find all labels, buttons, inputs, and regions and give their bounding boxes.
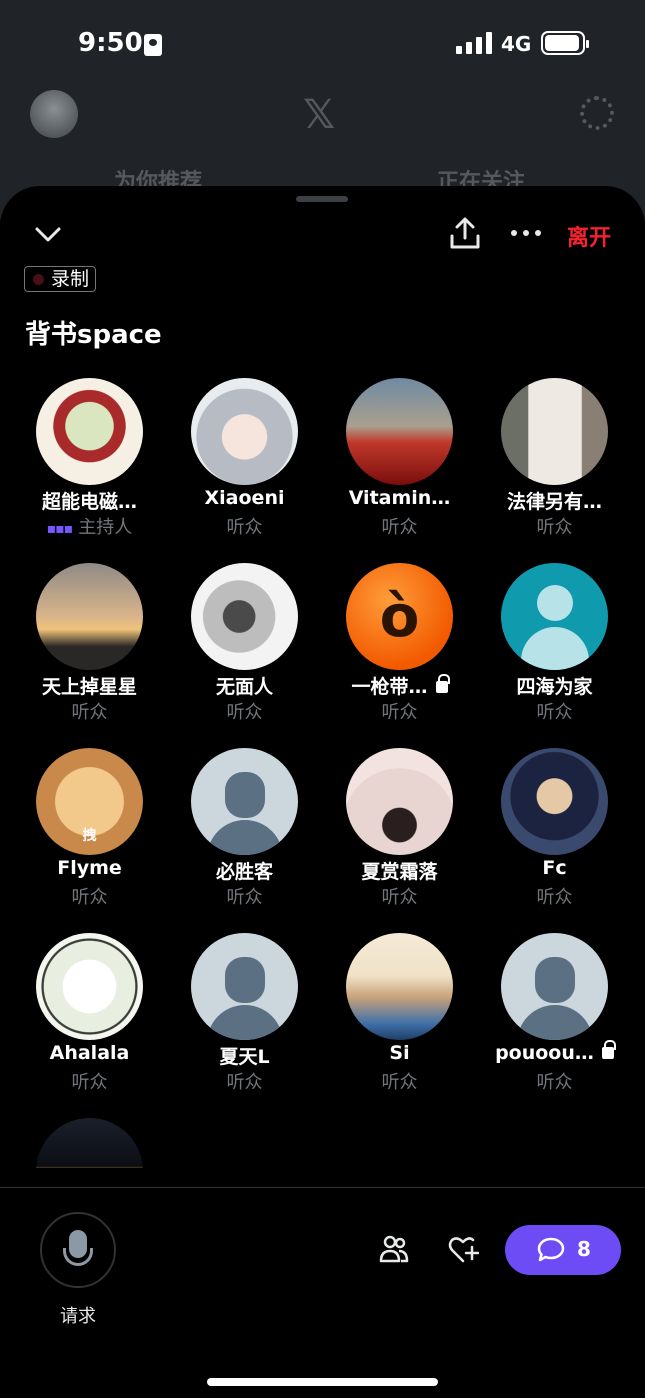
participant-card[interactable]: 四海为家 听众 <box>477 563 632 748</box>
participant-role: 听众 <box>226 517 263 538</box>
avatar <box>191 563 298 670</box>
share-icon[interactable] <box>449 216 481 250</box>
gear-icon[interactable] <box>580 96 614 130</box>
chat-count: 8 <box>577 1237 591 1261</box>
participant-name: pouoou… <box>477 1040 632 1064</box>
participant-role: 听众 <box>71 887 108 908</box>
home-indicator <box>207 1378 438 1386</box>
chat-bubble-icon <box>537 1237 565 1262</box>
recording-label: 录制 <box>51 268 90 290</box>
participant-role: 听众 <box>381 702 418 723</box>
participant-name: 必胜客 <box>215 861 273 883</box>
participant-role: 听众 <box>71 702 108 723</box>
participant-grid: 超能电磁… ▪▪▪ 主持人 Xiaoeni 听众 Vitamin… 听众 法律另有… <box>12 378 632 1168</box>
participant-card[interactable]: Fc 听众 <box>477 748 632 933</box>
default-avatar <box>501 933 608 1040</box>
chevron-down-icon[interactable] <box>34 220 62 248</box>
chat-button[interactable]: 8 <box>505 1225 621 1275</box>
participant-card[interactable]: 夏天L 听众 <box>167 933 322 1118</box>
network-type: 4G <box>501 32 532 56</box>
participant-role: 听众 <box>536 517 573 538</box>
participant-card[interactable]: ò︵ó 一枪带… 听众 <box>322 563 477 748</box>
status-bar: 9:50 4G <box>0 0 645 90</box>
lock-icon <box>435 674 450 693</box>
people-icon[interactable] <box>378 1234 410 1264</box>
avatar <box>501 378 608 485</box>
heart-plus-icon[interactable] <box>447 1234 479 1264</box>
participant-card[interactable]: 必胜客 听众 <box>167 748 322 933</box>
participant-name: Si <box>389 1042 410 1064</box>
participant-role: 听众 <box>71 1072 108 1093</box>
avatar <box>36 563 143 670</box>
participant-name: Flyme <box>57 857 122 879</box>
x-logo: 𝕏 <box>303 92 336 138</box>
battery-icon <box>541 31 589 55</box>
participant-card[interactable]: 无面人 听众 <box>167 563 322 748</box>
signal-icon <box>456 32 492 54</box>
participant-name: Xiaoeni <box>204 487 285 509</box>
participant-role: 听众 <box>226 1072 263 1093</box>
avatar <box>36 1118 143 1168</box>
angry-face-avatar: ò︵ó <box>346 563 453 670</box>
request-label: 请求 <box>60 1306 96 1327</box>
bottom-divider <box>0 1187 645 1188</box>
participant-card[interactable]: Vitamin… 听众 <box>322 378 477 563</box>
participant-role: 听众 <box>536 702 573 723</box>
participant-card[interactable]: 天上掉星星 听众 <box>12 563 167 748</box>
record-dot-icon <box>33 274 44 285</box>
avatar-caption: 拽 <box>82 828 97 844</box>
participant-role: 听众 <box>381 517 418 538</box>
participant-name: 无面人 <box>215 676 273 698</box>
participant-card[interactable]: 法律另有… 听众 <box>477 378 632 563</box>
participant-name: 夏赏霜落 <box>361 861 438 883</box>
participant-name: 四海为家 <box>516 676 593 698</box>
cat-avatar: 拽 <box>36 748 143 855</box>
sheet-grabber[interactable] <box>296 196 348 202</box>
participant-name: Fc <box>542 857 567 879</box>
participant-role: 听众 <box>536 1072 573 1093</box>
participant-card[interactable] <box>12 1118 167 1168</box>
participant-name: 夏天L <box>219 1046 270 1068</box>
my-avatar[interactable] <box>30 90 78 138</box>
leave-button[interactable]: 离开 <box>567 220 611 252</box>
participant-name: 天上掉星星 <box>41 676 137 698</box>
participant-role: 听众 <box>226 702 263 723</box>
participant-card[interactable]: pouoou… 听众 <box>477 933 632 1118</box>
participant-card[interactable]: Xiaoeni 听众 <box>167 378 322 563</box>
default-avatar <box>501 563 608 670</box>
participant-role: 听众 <box>536 887 573 908</box>
avatar <box>36 933 143 1040</box>
participant-role: 听众 <box>381 1072 418 1093</box>
participant-card[interactable]: Si 听众 <box>322 933 477 1118</box>
request-mic-button[interactable] <box>40 1212 116 1288</box>
default-avatar <box>191 933 298 1040</box>
speaking-icon: ▪▪▪ <box>46 521 73 537</box>
avatar <box>501 748 608 855</box>
participant-name: 超能电磁… <box>41 491 137 513</box>
participant-card[interactable]: Ahalala 听众 <box>12 933 167 1118</box>
participant-role: 听众 <box>381 887 418 908</box>
participant-card[interactable]: 超能电磁… ▪▪▪ 主持人 <box>12 378 167 563</box>
participant-role: 听众 <box>226 887 263 908</box>
participant-card[interactable]: 夏赏霜落 听众 <box>322 748 477 933</box>
avatar <box>191 378 298 485</box>
participant-name: Vitamin… <box>348 487 451 509</box>
participant-name: 一枪带… <box>322 672 477 699</box>
participant-role: ▪▪▪ 主持人 <box>46 517 133 538</box>
status-time: 9:50 <box>78 28 143 58</box>
recording-badge: 录制 <box>24 266 97 292</box>
participant-name: Ahalala <box>49 1042 130 1064</box>
avatar <box>36 378 143 485</box>
avatar <box>346 933 453 1040</box>
more-icon[interactable] <box>510 226 542 240</box>
id-card-icon <box>144 34 162 56</box>
space-title: 背书space <box>25 320 162 350</box>
default-avatar <box>191 748 298 855</box>
lock-icon <box>601 1040 616 1059</box>
participant-name: 法律另有… <box>506 491 602 513</box>
participant-card[interactable]: 拽 Flyme 听众 <box>12 748 167 933</box>
avatar <box>346 378 453 485</box>
avatar <box>346 748 453 855</box>
